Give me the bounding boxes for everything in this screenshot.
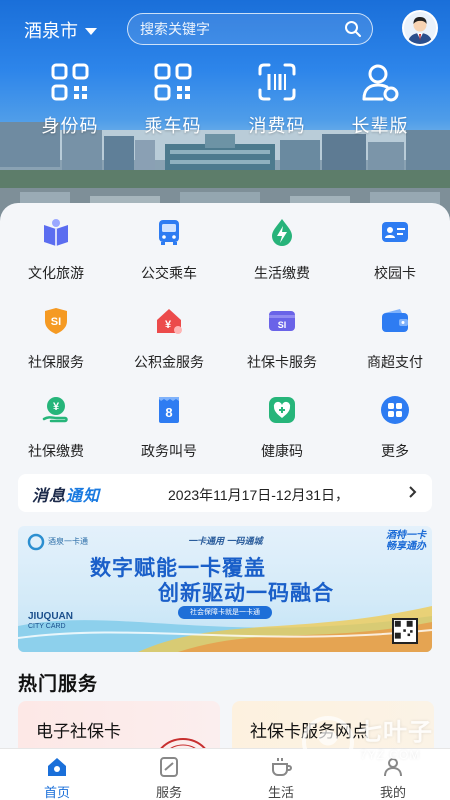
quick-action-elder-mode[interactable]: 长辈版 bbox=[330, 58, 430, 138]
bus-icon bbox=[159, 220, 179, 245]
quick-actions: 身份码 乘车码 消费码 长辈版 bbox=[0, 58, 450, 138]
nav-home[interactable]: 首页 bbox=[27, 755, 87, 800]
svg-text:¥: ¥ bbox=[53, 401, 60, 413]
banner-small-text: 一卡通用 一码通城 bbox=[188, 536, 263, 546]
watermark-text: 七叶子 bbox=[358, 719, 433, 746]
watermark-url: 7YZ.COM bbox=[360, 748, 421, 762]
service-label: 公积金服务 bbox=[134, 354, 204, 370]
nav-label: 服务 bbox=[155, 785, 182, 800]
scan-icon bbox=[258, 63, 296, 101]
quick-action-label: 消费码 bbox=[248, 116, 306, 136]
yuan-hand-icon: ¥ bbox=[42, 397, 68, 423]
home-icon bbox=[48, 758, 66, 776]
service-label: 校园卡 bbox=[374, 265, 416, 281]
service-health-code[interactable]: 健康码 bbox=[226, 395, 338, 461]
banner-corner-line-2: 畅享通办 bbox=[386, 541, 426, 552]
chevron-right-icon bbox=[409, 486, 417, 498]
service-social-security[interactable]: SI 社保服务 bbox=[0, 306, 112, 372]
service-bus[interactable]: 公交乘车 bbox=[113, 217, 225, 283]
social-security-shield-icon: SI bbox=[45, 308, 67, 334]
book-icon bbox=[44, 219, 68, 246]
banner-corner-line-1: 酒特一卡 bbox=[386, 530, 426, 541]
service-utility-payment[interactable]: 生活缴费 bbox=[226, 217, 338, 283]
leaf-logo-icon bbox=[302, 716, 354, 768]
service-label: 健康码 bbox=[261, 443, 303, 459]
service-supermarket-pay[interactable]: 商超支付 bbox=[339, 306, 450, 372]
service-label: 文化旅游 bbox=[28, 265, 84, 281]
search-icon[interactable] bbox=[344, 20, 362, 38]
service-label: 商超支付 bbox=[367, 354, 423, 370]
health-code-icon bbox=[269, 397, 295, 423]
quick-action-label: 身份码 bbox=[41, 116, 99, 136]
banner-corner-text: 酒特一卡 畅享通办 bbox=[386, 530, 426, 552]
more-grid-icon bbox=[381, 396, 409, 424]
service-ss-card[interactable]: SI 社保卡服务 bbox=[226, 306, 338, 372]
user-icon bbox=[362, 64, 399, 102]
notice-text: 2023年11月17日-12月31日， bbox=[168, 487, 350, 503]
service-ss-payment[interactable]: ¥ 社保缴费 bbox=[0, 395, 112, 461]
banner-pill: 社会保障卡就是一卡通 bbox=[178, 606, 272, 619]
svg-text:SI: SI bbox=[278, 320, 287, 330]
life-icon bbox=[272, 758, 292, 776]
service-campus-card[interactable]: 校园卡 bbox=[339, 217, 450, 283]
service-culture-tourism[interactable]: 文化旅游 bbox=[0, 217, 112, 283]
avatar[interactable] bbox=[402, 10, 438, 46]
notice-tag-part2: 通知 bbox=[66, 488, 101, 505]
quick-action-label: 长辈版 bbox=[351, 116, 409, 136]
nav-service[interactable]: 服务 bbox=[139, 755, 199, 800]
svg-text:SI: SI bbox=[51, 316, 61, 328]
notice-bar[interactable]: 消息通知 2023年11月17日-12月31日， bbox=[18, 474, 432, 512]
qr-code-icon bbox=[51, 63, 89, 101]
city-name: 酒泉市 bbox=[24, 21, 78, 41]
banner-logo-text: 酒泉一卡通 bbox=[48, 537, 88, 546]
service-queue-number[interactable]: 8 政务叫号 bbox=[113, 395, 225, 461]
service-label: 公交乘车 bbox=[141, 265, 197, 281]
banner-english-1: JIUQUAN bbox=[28, 611, 74, 622]
service-label: 生活缴费 bbox=[254, 265, 310, 281]
top-bar: 酒泉市 bbox=[0, 10, 450, 50]
search-bar[interactable] bbox=[127, 13, 373, 45]
quick-action-ride-code[interactable]: 乘车码 bbox=[123, 58, 223, 138]
quick-action-label: 乘车码 bbox=[144, 116, 202, 136]
lightning-drop-icon bbox=[272, 219, 292, 246]
city-selector[interactable]: 酒泉市 bbox=[24, 18, 97, 42]
service-label: 社保缴费 bbox=[28, 443, 84, 459]
banner-english: JIUQUAN CITY CARD bbox=[28, 612, 73, 632]
main-panel: 文化旅游 公交乘车 生活缴费 校园卡 SI 社保服务 ¥ 公积金服务 SI 社保… bbox=[0, 203, 450, 763]
id-card-icon bbox=[382, 222, 408, 242]
svg-text:¥: ¥ bbox=[165, 319, 172, 331]
service-housing-fund[interactable]: ¥ 公积金服务 bbox=[113, 306, 225, 372]
nav-label: 首页 bbox=[43, 785, 70, 800]
qr-code-icon bbox=[154, 63, 192, 101]
service-label: 社保服务 bbox=[28, 354, 84, 370]
notice-tag: 消息通知 bbox=[32, 482, 100, 506]
caret-down-icon bbox=[85, 27, 97, 35]
banner-title-2: 创新驱动一码融合 bbox=[158, 582, 334, 605]
notice-tag-part1: 消息 bbox=[32, 488, 67, 505]
service-more[interactable]: 更多 bbox=[339, 395, 450, 461]
search-input[interactable] bbox=[140, 14, 340, 44]
hot-services-title: 热门服务 bbox=[18, 674, 99, 695]
hot-service-label: 电子社保卡 bbox=[36, 722, 121, 741]
quick-action-pay-code[interactable]: 消费码 bbox=[227, 58, 327, 138]
qr-code-icon bbox=[392, 618, 418, 644]
service-label: 更多 bbox=[381, 443, 409, 459]
queue-number-icon: 8 bbox=[159, 397, 179, 423]
service-label: 社保卡服务 bbox=[247, 354, 317, 370]
wallet-icon bbox=[382, 309, 408, 332]
watermark: 七叶子 7YZ.COM bbox=[300, 708, 440, 788]
svg-text:8: 8 bbox=[165, 405, 172, 420]
social-security-card-icon: SI bbox=[269, 311, 295, 331]
house-fund-icon: ¥ bbox=[157, 309, 182, 334]
service-icon bbox=[160, 757, 178, 777]
promo-banner[interactable]: 酒泉一卡通 一卡通用 一码通城 酒特一卡 畅享通办 数字赋能一卡覆盖 创新驱动一… bbox=[18, 526, 432, 652]
service-label: 政务叫号 bbox=[141, 443, 197, 459]
banner-english-2: CITY CARD bbox=[28, 623, 66, 630]
user-avatar-icon bbox=[404, 12, 436, 44]
quick-action-id-code[interactable]: 身份码 bbox=[20, 58, 120, 138]
